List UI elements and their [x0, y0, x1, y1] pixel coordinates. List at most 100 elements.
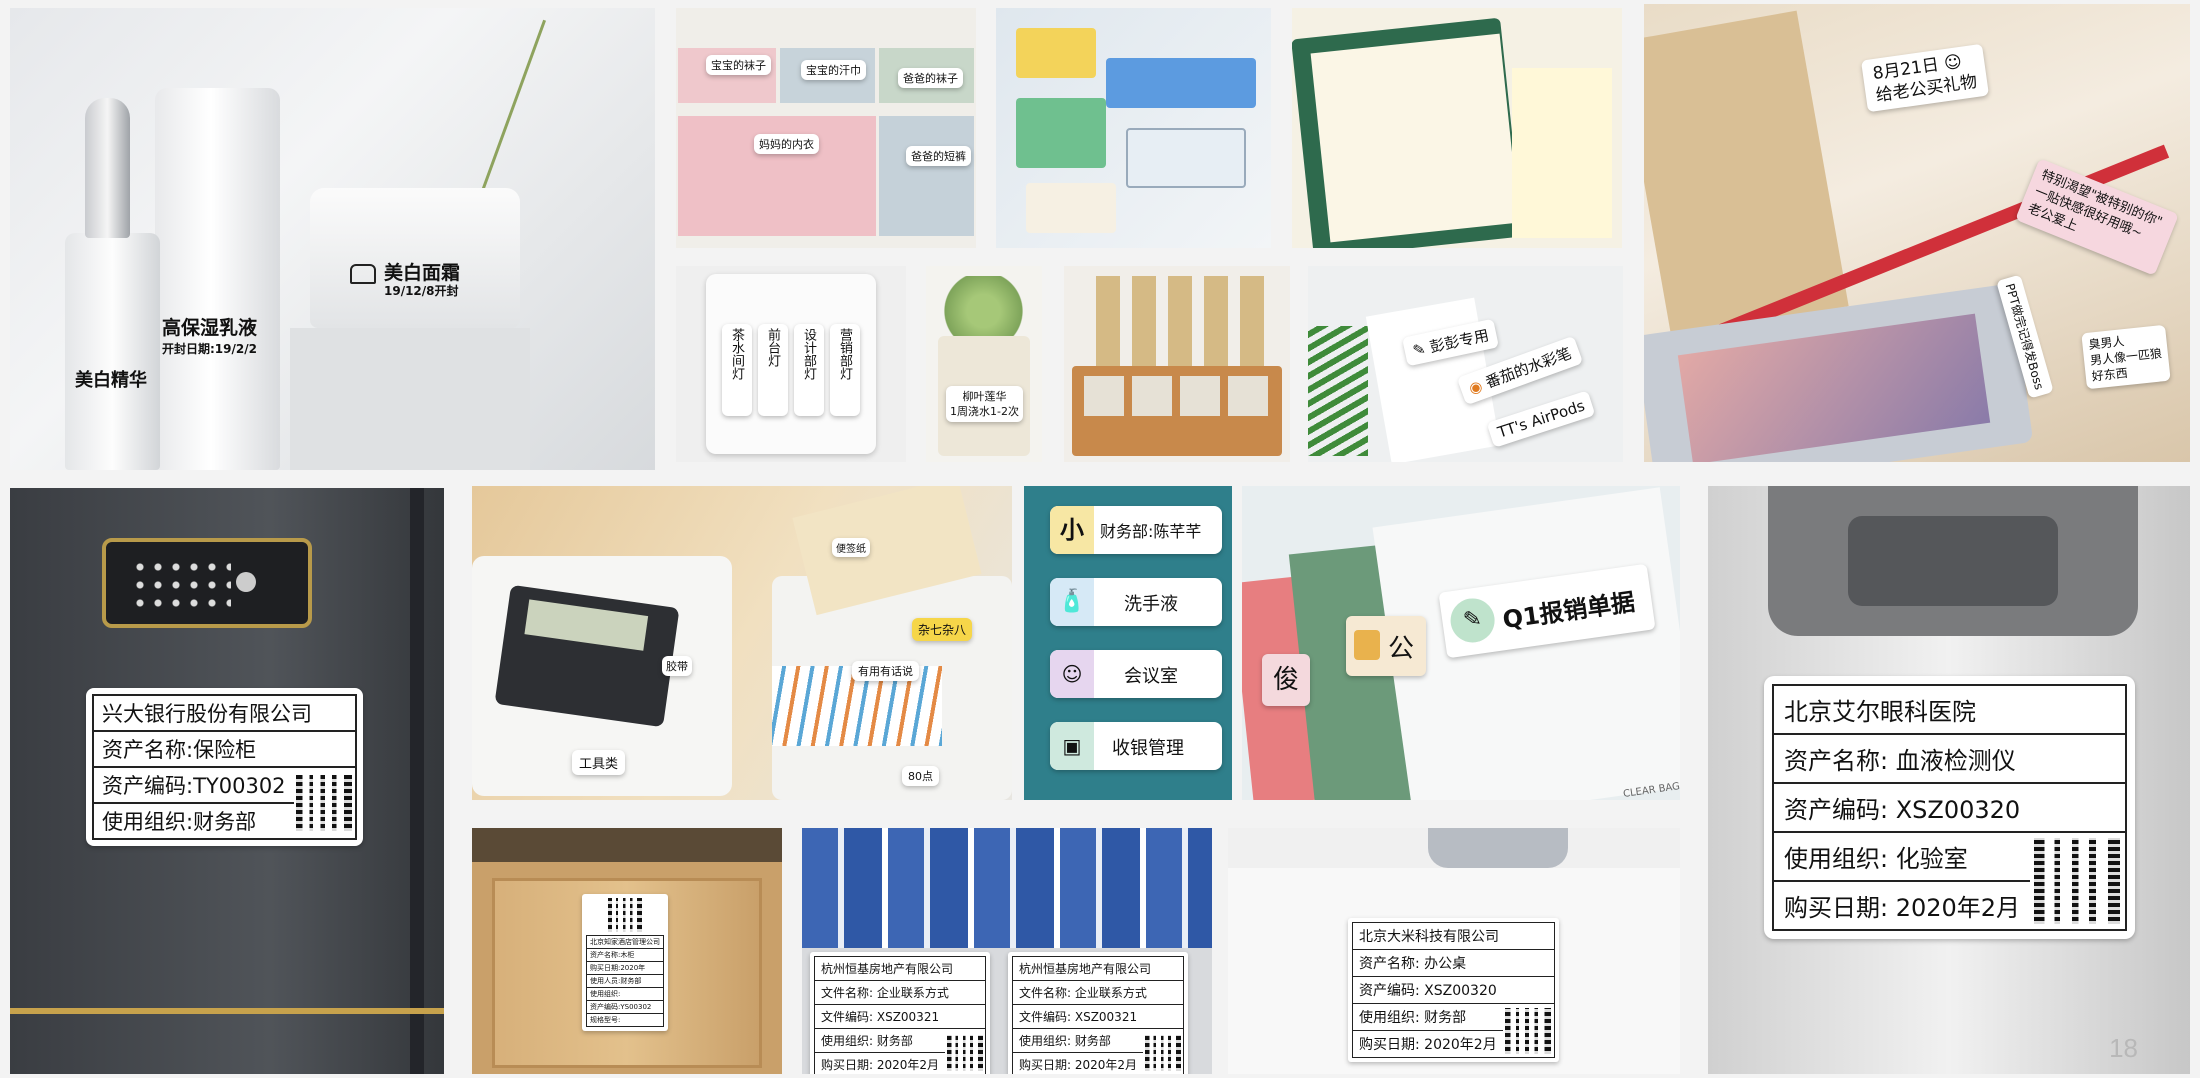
cabinet-row-1: 北京知家酒店管理公司 [586, 935, 664, 949]
wood-cabinet-photo: 北京知家酒店管理公司 资产名称:木柜 购买日期:2020年 使用人员:财务部 使… [472, 828, 782, 1074]
switch-label-4: 营销部灯 [830, 324, 860, 416]
binder-left-qr-cell [945, 1028, 987, 1074]
desk-asset-label: 北京大米科技有限公司 资产名称: 办公桌 资产编码: XSZ00320 使用组织… [1348, 918, 1560, 1062]
folders-photo: 俊 公 ✎ Q1报销单据 CLEAR BAG [1242, 486, 1680, 800]
fern-leaf [1308, 326, 1368, 456]
qr-code-icon [947, 1034, 984, 1071]
desk-title: 北京大米科技有限公司 [1351, 922, 1556, 950]
binder-left-row-1: 文件名称: 企业联系方式 [813, 980, 987, 1005]
dropper-bottle [65, 233, 160, 470]
jar-label: 美白面霜 19/12/8开封 [350, 256, 500, 304]
cabinet-asset-table: 北京知家酒店管理公司 资产名称:木柜 购买日期:2020年 使用人员:财务部 使… [586, 935, 664, 1027]
jar-icon [350, 264, 376, 284]
sign-finance: 小 财务部:陈芊芊 [1050, 506, 1222, 554]
box-compartment-1 [1016, 28, 1096, 78]
desk-asset-table: 北京大米科技有限公司 资产名称: 办公桌 资产编码: XSZ00320 使用组织… [1351, 922, 1556, 1058]
binder-right-row-3: 使用组织: 财务部 [1012, 1028, 1144, 1053]
sign-meeting: ☺ 会议室 [1050, 650, 1222, 698]
safe-door-edge [410, 488, 424, 1074]
organizer-label-1: 工具类 [572, 750, 626, 775]
switch-label-1: 茶水间灯 [722, 324, 752, 416]
hospital-row-3: 使用组织: 化验室 [1771, 831, 2031, 882]
switch-label-3: 设计部灯 [794, 324, 824, 416]
safe-row-2: 资产编码:TY00302 [92, 766, 294, 804]
office-desk-photo: 北京大米科技有限公司 资产名称: 办公桌 资产编码: XSZ00320 使用组织… [1228, 828, 1680, 1074]
document-icon [1354, 630, 1380, 660]
organizer-label-7: 80点 [902, 766, 939, 786]
photo-collage: 美白面霜 19/12/8开封 高保湿乳液 开封日期:19/2/2 美白精华 宝宝… [0, 0, 2200, 1078]
box-compartment-5 [1026, 183, 1116, 233]
binders-photo: 杭州恒基房地产有限公司 文件名称: 企业联系方式 文件编码: XSZ00321 … [802, 828, 1212, 1074]
oil-bottles [1084, 276, 1264, 376]
essence-name-text: 美白精华 [75, 370, 147, 391]
jar-name-text: 美白面霜 [384, 262, 461, 284]
lotion-name-text: 高保湿乳液 [162, 317, 258, 339]
dropper-cap [85, 98, 130, 238]
safe-row-1: 资产名称:保险柜 [92, 730, 357, 768]
binder-label-right: 杭州恒基房地产有限公司 文件名称: 企业联系方式 文件编码: XSZ00321 … [1008, 952, 1189, 1074]
cabinet-row-3: 购买日期:2020年 [586, 961, 664, 975]
plant-decoration [481, 19, 619, 217]
cosmetics-photo: 美白面霜 19/12/8开封 高保湿乳液 开封日期:19/2/2 美白精华 [10, 8, 655, 470]
switches-photo: 茶水间灯 前台灯 设计部灯 营销部灯 [676, 266, 906, 462]
box-compartment-2 [1106, 58, 1256, 108]
safe-asset-label: 兴大银行股份有限公司 资产名称:保险柜 资产编码:TY00302 使用组织:财务… [86, 688, 363, 846]
device-handle [1768, 486, 2138, 636]
drawer-label-4: 妈妈的内衣 [754, 134, 819, 154]
finance-icon: 小 [1050, 506, 1094, 554]
spice-jars [1084, 376, 1270, 416]
folder-label-2: 公 [1346, 616, 1426, 676]
keypad-button [236, 572, 256, 592]
qr-code-icon [1504, 1007, 1551, 1054]
binder-label-left: 杭州恒基房地产有限公司 文件名称: 企业联系方式 文件编码: XSZ00321 … [810, 952, 991, 1074]
sign-cashier: ▣ 收银管理 [1050, 722, 1222, 770]
desk-row-1: 资产名称: 办公桌 [1351, 949, 1556, 977]
binder-left-row-3: 使用组织: 财务部 [814, 1028, 946, 1053]
safe-qr-cell [293, 766, 357, 840]
lotion-date-text: 开封日期:19/2/2 [162, 342, 257, 356]
succulent-label: 柳叶莲华 1周浇水1-2次 [946, 386, 1023, 422]
succulent-name: 柳叶莲华 [962, 390, 1007, 403]
calculator-screen [524, 599, 649, 651]
succulent-photo: 柳叶莲华 1周浇水1-2次 [926, 266, 1042, 462]
safe-row-3: 使用组织:财务部 [92, 802, 294, 840]
stationery-photo: ✎ 彭彭专用 ◉ 番茄的水彩笔 TT's AirPods [1308, 266, 1623, 462]
drawer-label-3: 爸爸的袜子 [898, 68, 963, 88]
qr-code-icon [295, 775, 352, 831]
cabinet-row-4: 使用人员:财务部 [586, 974, 664, 988]
page-number: 18 [2109, 1033, 2138, 1063]
safe-keypad [102, 538, 312, 628]
calculator [494, 584, 680, 728]
hospital-title: 北京艾尔眼科医院 [1771, 684, 2128, 735]
cabinet-row-2: 资产名称:木柜 [586, 948, 664, 962]
binder-right-row-2: 文件编码: XSZ00321 [1011, 1004, 1185, 1029]
drawer-label-5: 爸爸的短裤 [906, 146, 971, 166]
organizer-label-6: 有用有话说 [852, 661, 919, 681]
sign-cashier-text: 收银管理 [1112, 738, 1184, 759]
binder-left-row-4: 购买日期: 2020年2月 [814, 1052, 946, 1074]
organizer-label-4: 便签纸 [832, 538, 870, 557]
desk-qr-cell [1502, 1003, 1556, 1058]
stationery-label-2-text: 番茄的水彩笔 [1483, 344, 1574, 392]
hospital-device-photo: 北京艾尔眼科医院 资产名称: 血液检测仪 资产编码: XSZ00320 使用组织… [1708, 486, 2190, 1074]
sign-hand-soap: 🧴 洗手液 [1050, 578, 1222, 626]
safe-title: 兴大银行股份有限公司 [92, 694, 357, 732]
jar-date-text: 19/12/8开封 [384, 284, 459, 298]
hospital-qr-cell [2030, 831, 2128, 931]
sign-meeting-text: 会议室 [1124, 666, 1178, 687]
binder-spines [802, 828, 1212, 948]
qr-code-icon [608, 898, 642, 932]
monitor-base [1428, 828, 1568, 868]
cashier-icon: ▣ [1050, 722, 1094, 770]
binder-right-row-1: 文件名称: 企业联系方式 [1011, 980, 1185, 1005]
folder-label-2-text: 公 [1388, 634, 1415, 664]
spice-rack-photo [1064, 266, 1290, 462]
safe-asset-table: 兴大银行股份有限公司 资产名称:保险柜 资产编码:TY00302 使用组织:财务… [92, 694, 357, 840]
sign-finance-text: 财务部:陈芊芊 [1100, 522, 1202, 541]
sticker-sheet [1512, 68, 1612, 238]
succulent-care: 1周浇水1-2次 [950, 405, 1019, 418]
safe-photo: 兴大银行股份有限公司 资产名称:保险柜 资产编码:TY00302 使用组织:财务… [10, 488, 444, 1074]
meeting-icon: ☺ [1050, 650, 1094, 698]
binder-right-qr-cell [1143, 1028, 1185, 1074]
cabinet-asset-label: 北京知家酒店管理公司 资产名称:木柜 购买日期:2020年 使用人员:财务部 使… [582, 894, 668, 1031]
